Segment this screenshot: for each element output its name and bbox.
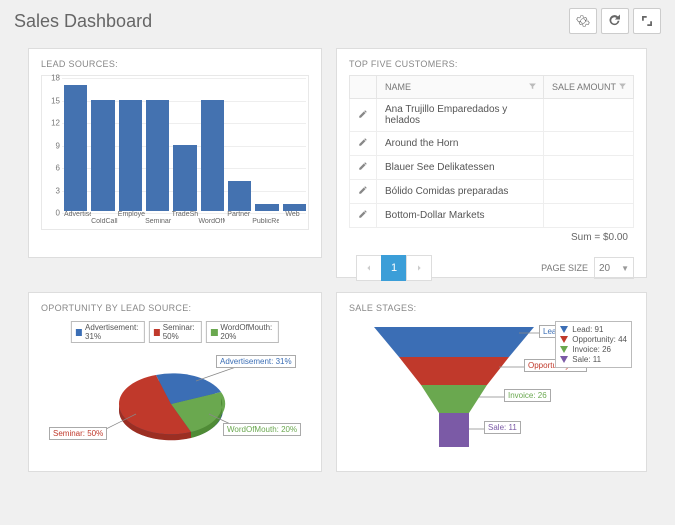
name-cell: Bólido Comidas preparadas <box>377 180 544 204</box>
customers-table: NAME SALE AMOUNT Ana Trujillo Emparedado… <box>349 75 634 228</box>
name-cell: Around the Horn <box>377 132 544 156</box>
edit-cell[interactable] <box>350 132 377 156</box>
page-header: Sales Dashboard <box>0 0 675 38</box>
refresh-button[interactable] <box>601 8 629 34</box>
table-row[interactable]: Ana Trujillo Emparedados y helados <box>350 99 634 132</box>
pencil-icon <box>358 137 368 147</box>
chevron-left-icon <box>365 264 373 272</box>
funnel-legend: Lead: 91 Opportunity: 44 Invoice: 26 Sal… <box>555 321 632 368</box>
callout-inv: Invoice: 26 <box>504 389 551 402</box>
panel-title: OPORTUNITY BY LEAD SOURCE: <box>41 303 309 313</box>
panel-title: LEAD SOURCES: <box>41 59 309 69</box>
panel-title: SALE STAGES: <box>349 303 634 313</box>
sale-stages-funnel: Lead: 91 Opportunity: 44 Invoice: 26 Sal… <box>349 319 634 464</box>
bar <box>173 145 196 212</box>
panel-title: TOP FIVE CUSTOMERS: <box>349 59 634 69</box>
table-row[interactable]: Bottom-Dollar Markets <box>350 204 634 228</box>
col-name[interactable]: NAME <box>377 76 544 99</box>
sum-row: Sum = $0.00 <box>349 228 634 247</box>
amount-cell <box>544 156 634 180</box>
pager: 1 PAGE SIZE 20▼ <box>349 255 634 281</box>
legend-item: WordOfMouth: 20% <box>206 321 279 343</box>
table-row[interactable]: Around the Horn <box>350 132 634 156</box>
table-row[interactable]: Bólido Comidas preparadas <box>350 180 634 204</box>
gear-icon <box>576 14 590 28</box>
callout-adv: Advertisement: 31% <box>216 355 296 368</box>
opportunity-panel: OPORTUNITY BY LEAD SOURCE: Advertisement… <box>28 292 322 472</box>
sale-stages-panel: SALE STAGES: Lead: 91 Opportunity: 44 In… <box>336 292 647 472</box>
name-cell: Blauer See Delikatessen <box>377 156 544 180</box>
edit-cell[interactable] <box>350 99 377 132</box>
amount-cell <box>544 132 634 156</box>
edit-cell[interactable] <box>350 204 377 228</box>
bar <box>201 100 224 211</box>
edit-cell[interactable] <box>350 156 377 180</box>
filter-icon[interactable] <box>528 82 537 91</box>
top-customers-panel: TOP FIVE CUSTOMERS: NAME SALE AMOUNT Ana… <box>336 48 647 278</box>
edit-cell[interactable] <box>350 180 377 204</box>
col-edit <box>350 76 377 99</box>
legend-item: Advertisement: 31% <box>71 321 145 343</box>
legend-item: Seminar: 50% <box>149 321 202 343</box>
chevron-right-icon <box>415 264 423 272</box>
pager-next[interactable] <box>406 255 432 281</box>
pencil-icon <box>358 109 368 119</box>
callout-sale: Sale: 11 <box>484 421 521 434</box>
chevron-down-icon: ▼ <box>621 264 629 273</box>
pager-page-1[interactable]: 1 <box>381 255 407 281</box>
pager-prev[interactable] <box>356 255 382 281</box>
page-size-label: PAGE SIZE <box>541 263 588 273</box>
page-size-select[interactable]: 20▼ <box>594 257 634 279</box>
refresh-icon <box>608 14 622 28</box>
bar <box>119 100 142 211</box>
callout-wom: WordOfMouth: 20% <box>223 423 301 436</box>
amount-cell <box>544 180 634 204</box>
pencil-icon <box>358 209 368 219</box>
pencil-icon <box>358 185 368 195</box>
bar <box>283 204 306 211</box>
name-cell: Ana Trujillo Emparedados y helados <box>377 99 544 132</box>
pencil-icon <box>358 161 368 171</box>
bar <box>228 181 251 211</box>
page-title: Sales Dashboard <box>14 11 569 32</box>
amount-cell <box>544 99 634 132</box>
bar <box>255 204 278 211</box>
bar <box>91 100 114 211</box>
amount-cell <box>544 204 634 228</box>
name-cell: Bottom-Dollar Markets <box>377 204 544 228</box>
lead-sources-panel: LEAD SOURCES: 0369121518AdvertisementEmp… <box>28 48 322 258</box>
expand-button[interactable] <box>633 8 661 34</box>
bar <box>146 100 169 211</box>
opportunity-pie-chart: Advertisement: 31% Seminar: 50% WordOfMo… <box>41 319 309 464</box>
bar <box>64 85 87 211</box>
expand-icon <box>640 14 654 28</box>
filter-icon[interactable] <box>618 82 627 91</box>
lead-sources-chart: 0369121518AdvertisementEmployeeReferralT… <box>41 75 309 230</box>
callout-sem: Seminar: 50% <box>49 427 107 440</box>
table-row[interactable]: Blauer See Delikatessen <box>350 156 634 180</box>
settings-button[interactable] <box>569 8 597 34</box>
col-amount[interactable]: SALE AMOUNT <box>544 76 634 99</box>
